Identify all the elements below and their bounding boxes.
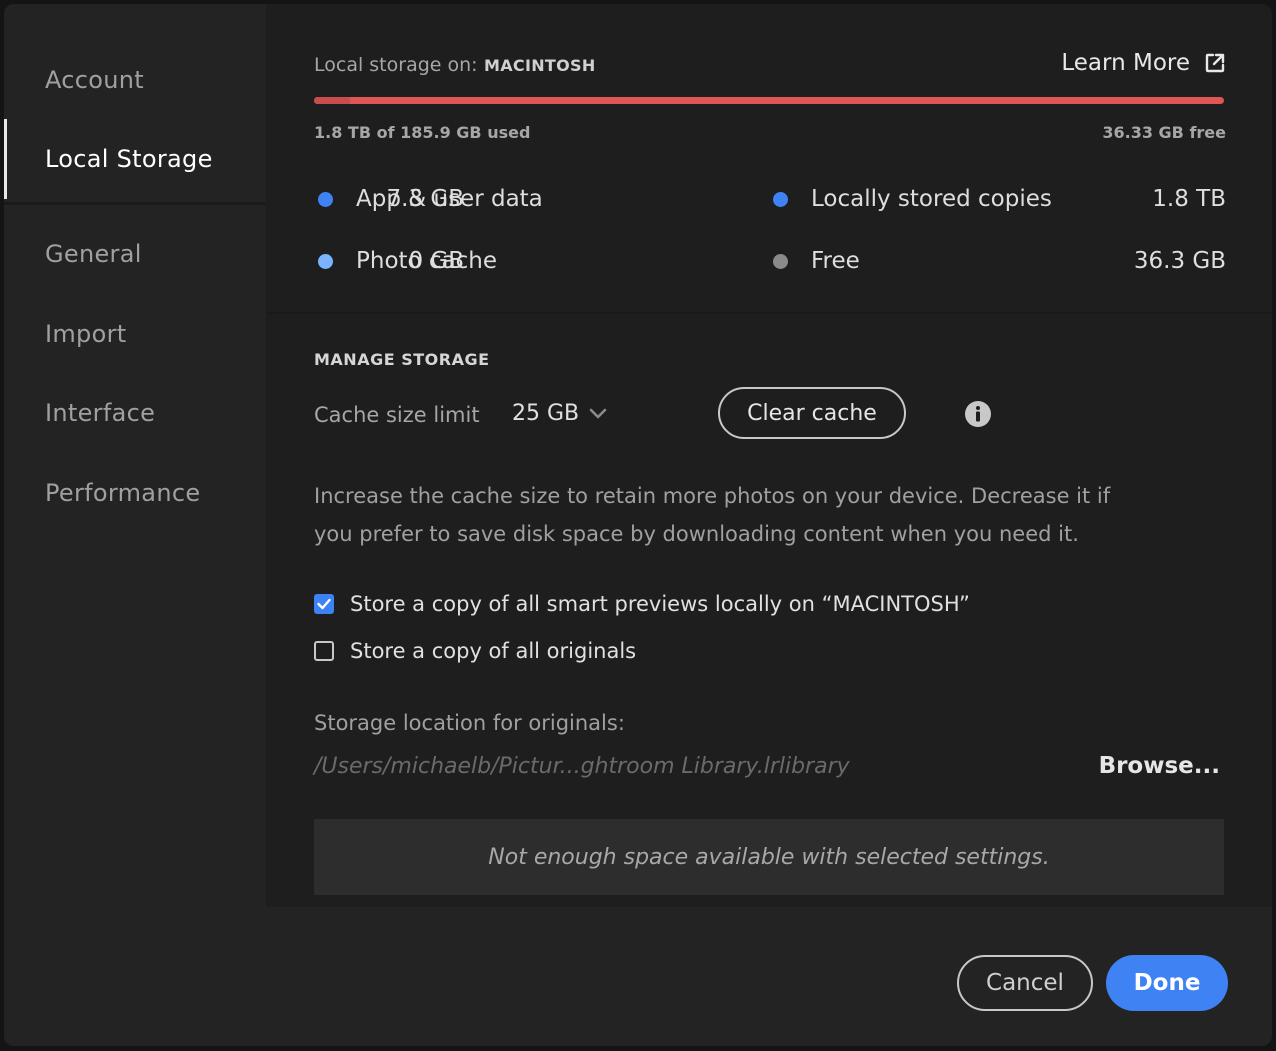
sidebar-divider	[4, 202, 266, 205]
originals-checkbox[interactable]	[314, 641, 334, 661]
storage-usage-bar	[314, 97, 1224, 104]
cache-size-dropdown[interactable]: 25 GB	[512, 401, 607, 426]
smart-previews-label: Store a copy of all smart previews local…	[350, 592, 970, 616]
legend-value: 7.3 GB	[386, 186, 465, 212]
main-panel: Local storage on: MACINTOSH Learn More 1…	[266, 4, 1272, 907]
cache-size-label: Cache size limit	[314, 403, 480, 427]
drive-name: MACINTOSH	[484, 56, 596, 75]
stored-copies-dot	[773, 191, 788, 207]
storage-location-path: /Users/michaelb/Pictur...ghtroom Library…	[314, 754, 850, 779]
space-warning-banner: Not enough space available with selected…	[314, 819, 1224, 895]
legend-free: Free	[773, 248, 860, 274]
legend-locally-stored-copies: Locally stored copies	[773, 186, 1052, 212]
sidebar-item-interface[interactable]: Interface	[4, 373, 266, 453]
app-data-dot	[318, 191, 333, 207]
legend-value: 1.8 TB	[1152, 186, 1226, 212]
sidebar-item-account[interactable]: Account	[4, 40, 266, 120]
checkmark-icon	[317, 598, 331, 610]
browse-button[interactable]: Browse...	[1099, 753, 1220, 779]
legend-label: Locally stored copies	[811, 186, 1052, 212]
storage-location-label: Storage location for originals:	[314, 711, 625, 735]
legend-value: 0 GB	[408, 248, 464, 274]
storage-usage-bar-app-segment	[314, 97, 351, 104]
cache-size-value: 25 GB	[512, 401, 580, 426]
storage-usage-section: Local storage on: MACINTOSH Learn More 1…	[266, 4, 1272, 312]
storage-free-text: 36.33 GB free	[1102, 123, 1226, 142]
manage-storage-title: MANAGE STORAGE	[314, 350, 490, 369]
preferences-dialog: Account Local Storage General Import Int…	[4, 4, 1272, 1046]
smart-previews-checkbox[interactable]	[314, 594, 334, 614]
done-button[interactable]: Done	[1106, 955, 1228, 1011]
chevron-down-icon	[589, 408, 607, 418]
clear-cache-button[interactable]: Clear cache	[718, 387, 906, 439]
sidebar-item-general[interactable]: General	[4, 214, 266, 294]
legend-value: 36.3 GB	[1133, 248, 1226, 274]
cancel-button[interactable]: Cancel	[957, 955, 1093, 1011]
sidebar: Account Local Storage General Import Int…	[4, 4, 266, 1046]
sidebar-item-performance[interactable]: Performance	[4, 453, 266, 533]
legend-label: Free	[811, 248, 860, 274]
originals-checkbox-row[interactable]: Store a copy of all originals	[314, 639, 636, 663]
free-dot	[773, 253, 788, 269]
learn-more-link[interactable]: Learn More	[1061, 50, 1226, 76]
local-storage-label: Local storage on:	[314, 54, 478, 76]
sidebar-item-local-storage[interactable]: Local Storage	[4, 119, 266, 199]
storage-used-text: 1.8 TB of 185.9 GB used	[314, 123, 531, 142]
info-icon[interactable]	[964, 400, 992, 428]
learn-more-label: Learn More	[1061, 50, 1190, 76]
sidebar-item-import[interactable]: Import	[4, 294, 266, 374]
originals-label: Store a copy of all originals	[350, 639, 637, 663]
photo-cache-dot	[318, 253, 333, 269]
external-link-icon	[1205, 53, 1225, 73]
section-divider	[266, 312, 1272, 314]
smart-previews-checkbox-row[interactable]: Store a copy of all smart previews local…	[314, 592, 970, 616]
cache-description: Increase the cache size to retain more p…	[314, 484, 1111, 546]
